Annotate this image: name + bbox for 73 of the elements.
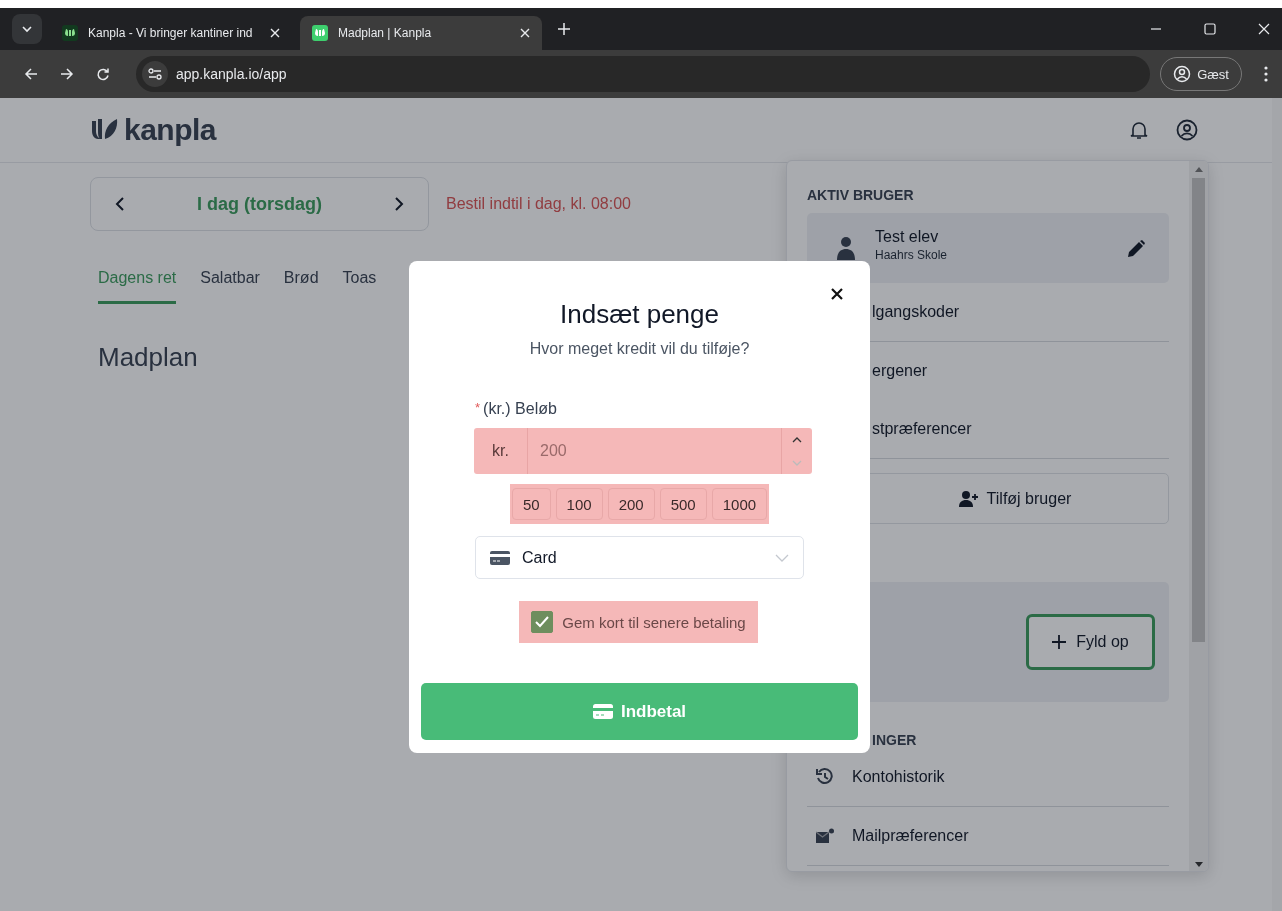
- tab-title: Madplan | Kanpla: [338, 26, 433, 40]
- chevron-down-icon: [775, 553, 789, 562]
- checkbox-label: Gem kort til senere betaling: [562, 613, 746, 631]
- reload-icon[interactable]: [96, 67, 110, 81]
- back-icon[interactable]: [24, 67, 38, 81]
- scroll-down-arrow-icon[interactable]: [1194, 862, 1203, 867]
- chevron-right-icon[interactable]: [394, 196, 404, 212]
- page-heading: Madplan: [98, 342, 198, 373]
- user-name: Test elev: [875, 228, 940, 246]
- forward-icon[interactable]: [60, 67, 74, 81]
- address-bar[interactable]: app.kanpla.io/app: [136, 56, 1151, 92]
- order-deadline: Bestil indtil i dag, kl. 08:00: [446, 195, 631, 213]
- top-up-button[interactable]: Fyld op: [1026, 614, 1155, 670]
- preset-amount-button[interactable]: 50: [511, 488, 551, 520]
- user-circle-icon: [1173, 65, 1192, 83]
- scroll-up-arrow-icon[interactable]: [1194, 167, 1203, 172]
- logo-text[interactable]: kanpla: [124, 113, 217, 147]
- tab-search-button[interactable]: [12, 14, 42, 44]
- url-text: app.kanpla.io/app: [176, 66, 287, 82]
- maximize-icon[interactable]: [1204, 23, 1216, 35]
- leaf-logo-icon: [62, 25, 78, 41]
- active-user-card[interactable]: Test elev Haahrs Skole: [807, 213, 1169, 283]
- leaf-logo-icon: [312, 25, 328, 41]
- site-settings-icon[interactable]: [142, 61, 168, 87]
- preset-amount-button[interactable]: 100: [555, 488, 603, 520]
- user-plus-icon: [958, 490, 979, 507]
- payment-method-select[interactable]: Card: [475, 536, 804, 579]
- bell-icon[interactable]: [1130, 120, 1148, 140]
- preset-amount-button[interactable]: 1000: [711, 488, 768, 520]
- history-icon: [816, 768, 834, 786]
- browser-tab[interactable]: Madplan | Kanpla: [300, 16, 542, 50]
- browser-tab[interactable]: Kanpla - Vi bringer kantiner ind: [50, 16, 292, 50]
- new-tab-icon[interactable]: [558, 23, 570, 35]
- amount-input[interactable]: 200: [528, 428, 781, 474]
- currency-prefix: kr.: [474, 428, 528, 474]
- credit-card-icon: [592, 704, 613, 719]
- menu-item[interactable]: stpræferencer: [872, 420, 972, 438]
- category-tab[interactable]: Salatbar: [200, 269, 260, 304]
- check-icon: [535, 616, 550, 628]
- section-title: INGER: [871, 732, 918, 748]
- category-tab[interactable]: Brød: [283, 269, 319, 304]
- menu-item[interactable]: ergener: [872, 362, 928, 380]
- preset-amount-button[interactable]: 500: [659, 488, 707, 520]
- scrollbar[interactable]: [1272, 98, 1282, 911]
- menu-item[interactable]: Mailpræferencer: [852, 827, 969, 845]
- plus-icon: [1052, 635, 1067, 649]
- mail-icon: [816, 828, 834, 844]
- chevron-left-icon[interactable]: [115, 196, 125, 212]
- checkbox[interactable]: [531, 611, 554, 633]
- save-card-option[interactable]: Gem kort til senere betaling: [519, 601, 758, 643]
- scrollbar[interactable]: [1189, 161, 1208, 871]
- tab-title: Kanpla - Vi bringer kantiner ind: [88, 26, 254, 40]
- dialog-title: Indsæt penge: [560, 299, 719, 330]
- close-icon[interactable]: [831, 288, 843, 300]
- dialog-subtitle: Hvor meget kredit vil du tilføje?: [529, 340, 750, 358]
- menu-item[interactable]: lgangskoder: [872, 303, 960, 321]
- credit-card-icon: [490, 550, 510, 565]
- amount-label: (kr.) Beløb: [483, 400, 557, 418]
- chevron-down-icon: [21, 23, 33, 35]
- required-mark: *: [475, 400, 481, 417]
- preset-amount-button[interactable]: 200: [607, 488, 655, 520]
- category-tab[interactable]: Toas: [342, 269, 377, 304]
- user-school: Haahrs Skole: [875, 248, 949, 262]
- chevron-up-icon[interactable]: [792, 436, 802, 443]
- day-label: I dag (torsdag): [197, 193, 322, 215]
- section-title: AKTIV BRUGER: [807, 187, 915, 203]
- amount-field[interactable]: kr. 200: [474, 428, 812, 474]
- user-circle-icon[interactable]: [1176, 119, 1198, 141]
- menu-icon[interactable]: [1264, 66, 1268, 82]
- menu-item[interactable]: Kontohistorik: [852, 768, 945, 786]
- person-icon: [837, 236, 855, 260]
- pencil-icon[interactable]: [1128, 239, 1145, 257]
- leaf-logo-icon: [92, 119, 118, 141]
